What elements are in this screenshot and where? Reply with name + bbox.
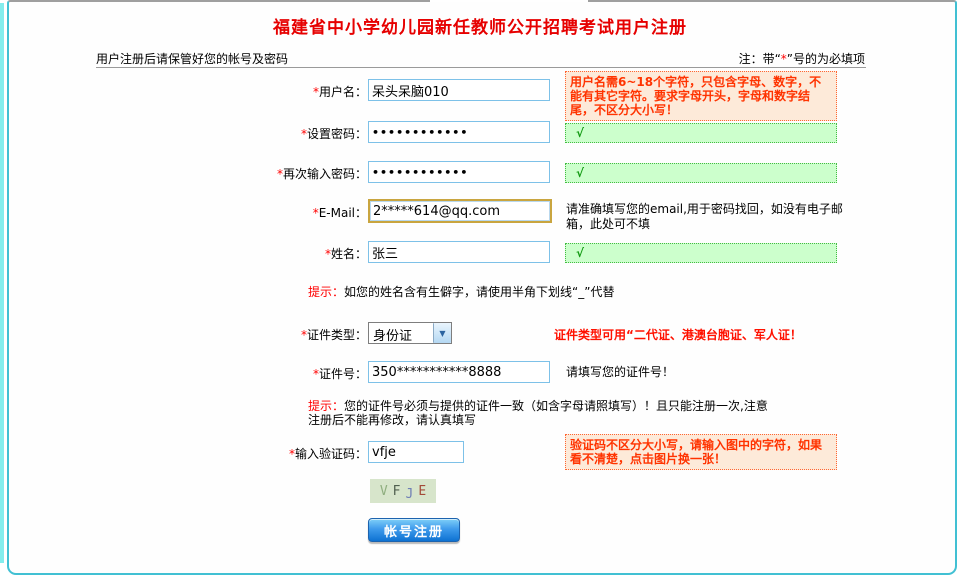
- id-type-hint: 证件类型可用“二代证、港澳台胞证、军人证！: [554, 326, 802, 343]
- username-input[interactable]: [368, 79, 550, 101]
- captcha-letter: J: [406, 487, 414, 502]
- password-confirm-valid-box: √: [565, 163, 837, 183]
- captcha-letter: E: [418, 484, 426, 499]
- chevron-down-icon[interactable]: ▼: [433, 323, 451, 343]
- name-tip: 提示：如您的姓名含有生僻字，请使用半角下划线“_”代替: [308, 285, 614, 299]
- check-icon: √: [576, 126, 584, 140]
- password-valid-box: √: [565, 123, 837, 143]
- captcha-hint-box: 验证码不区分大小写，请输入图中的字符，如果看不清楚，点击图片换一张！: [565, 434, 837, 470]
- id-number-tip: 提示：您的证件号必须与提供的证件一致（如含字母请照填写）！且只能注册一次,注意 …: [308, 399, 768, 427]
- check-icon: √: [576, 166, 584, 180]
- password-input[interactable]: [368, 121, 550, 143]
- id-type-select[interactable]: 身份证 ▼: [368, 322, 452, 344]
- check-icon: √: [576, 246, 584, 260]
- header-divider: [96, 67, 866, 68]
- name-input[interactable]: [368, 241, 550, 263]
- email-input[interactable]: [368, 199, 552, 223]
- register-button[interactable]: 帐号注册: [368, 518, 460, 542]
- captcha-input[interactable]: [368, 441, 464, 463]
- email-hint: 请准确填写您的email,用于密码找回，如没有电子邮箱，此处可不填: [566, 202, 848, 232]
- captcha-image[interactable]: V F J E: [370, 479, 436, 503]
- captcha-label: *输入验证码：: [67, 445, 367, 462]
- name-label: *姓名：: [67, 245, 367, 262]
- password-confirm-label: *再次输入密码：: [67, 165, 367, 182]
- left-accent-stripe: [0, 3, 4, 563]
- id-number-label: *证件号：: [67, 365, 367, 382]
- username-label: *用户名：: [67, 83, 367, 100]
- top-border-gap: [430, 0, 588, 2]
- captcha-letter: F: [393, 484, 401, 499]
- username-hint-box: 用户名需6~18个字符，只包含字母、数字，不能有其它字符。要求字母开头，字母和数…: [565, 71, 837, 121]
- id-number-hint: 请填写您的证件号！: [566, 365, 848, 380]
- email-label: *E-Mail：: [67, 204, 367, 221]
- subtitle-text: 用户注册后请保管好您的帐号及密码: [96, 50, 288, 67]
- name-valid-box: √: [565, 243, 837, 263]
- password-label: *设置密码：: [67, 125, 367, 142]
- password-confirm-input[interactable]: [368, 161, 550, 183]
- captcha-letter: V: [380, 484, 388, 499]
- id-number-input[interactable]: [368, 361, 550, 383]
- required-note: 注：带“*”号的为必填项: [739, 50, 865, 67]
- id-type-selected-value: 身份证: [369, 323, 433, 343]
- registration-page: 福建省中小学幼儿园新任教师公开招聘考试用户注册 用户注册后请保管好您的帐号及密码…: [0, 0, 960, 579]
- id-type-label: *证件类型：: [67, 326, 367, 343]
- page-title: 福建省中小学幼儿园新任教师公开招聘考试用户注册: [0, 13, 960, 38]
